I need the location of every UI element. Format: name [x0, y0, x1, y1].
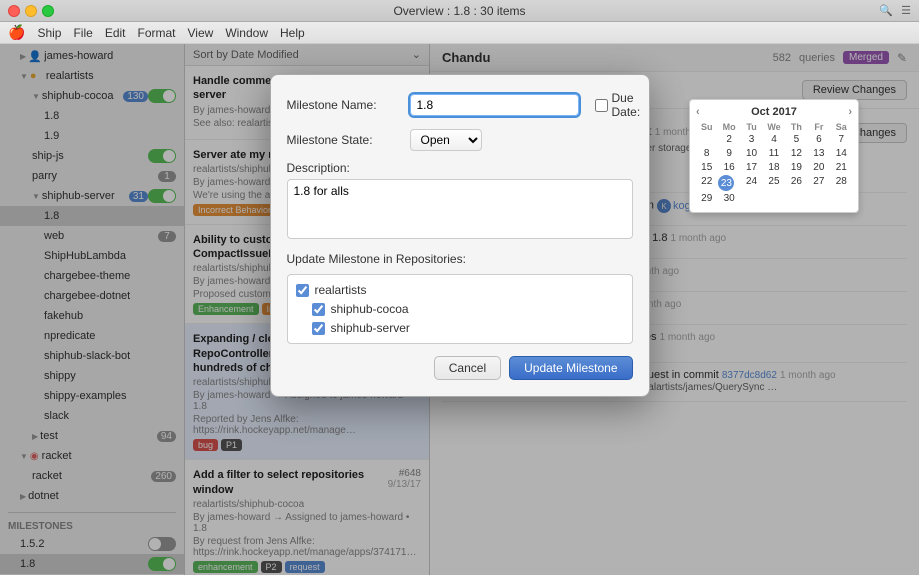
checkbox-shiphub-cocoa: shiphub-cocoa: [296, 302, 624, 316]
cal-day-13[interactable]: 13: [808, 147, 829, 160]
app-body: ▶ 👤 james-howard ▼ ● realartists ▼ shiph…: [0, 44, 919, 575]
file-menu[interactable]: File: [73, 26, 92, 40]
apple-menu[interactable]: 🍎: [8, 24, 25, 41]
cal-day-29[interactable]: 29: [696, 192, 717, 205]
close-button[interactable]: [8, 5, 20, 17]
cal-day-empty: [696, 133, 717, 146]
cal-day-15[interactable]: 15: [696, 161, 717, 174]
due-date-section: Due Date:: [595, 91, 641, 119]
due-date-checkbox[interactable]: [595, 99, 608, 112]
maximize-button[interactable]: [42, 5, 54, 17]
cal-day-8[interactable]: 8: [696, 147, 717, 160]
shiphub-server-label: shiphub-server: [331, 321, 410, 335]
update-section-title: Update Milestone in Repositories:: [287, 252, 633, 266]
due-date-checkbox-label: Due Date:: [595, 91, 641, 119]
menubar: 🍎 Ship File Edit Format View Window Help: [0, 22, 919, 44]
cal-day-26[interactable]: 26: [786, 175, 807, 191]
cal-day-3[interactable]: 3: [741, 133, 762, 146]
cal-day-25[interactable]: 25: [763, 175, 784, 191]
cal-day-10[interactable]: 10: [741, 147, 762, 160]
milestone-state-select[interactable]: Open Closed: [410, 129, 482, 151]
traffic-lights: [8, 5, 54, 17]
modal-overlay[interactable]: Milestone Name: Due Date: Milestone Stat…: [0, 44, 919, 575]
cal-hdr-mo: Mo: [718, 122, 739, 132]
modal-description-section: Description: 1.8 for alls: [287, 161, 633, 242]
search-icon[interactable]: 🔍: [879, 4, 893, 17]
cal-day-27[interactable]: 27: [808, 175, 829, 191]
help-menu[interactable]: Help: [280, 26, 305, 40]
shiphub-server-checkbox[interactable]: [312, 322, 325, 335]
realartists-label: realartists: [315, 283, 367, 297]
cal-day-17[interactable]: 17: [741, 161, 762, 174]
modal-state-row: Milestone State: Open Closed: [287, 129, 633, 151]
cal-day-20[interactable]: 20: [808, 161, 829, 174]
milestone-state-label: Milestone State:: [287, 133, 402, 147]
cal-day-5[interactable]: 5: [786, 133, 807, 146]
cal-day-2[interactable]: 2: [718, 133, 739, 146]
cancel-button[interactable]: Cancel: [434, 356, 501, 380]
cal-day-16[interactable]: 16: [718, 161, 739, 174]
cal-next-btn[interactable]: ›: [848, 106, 852, 118]
cal-hdr-tu: Tu: [741, 122, 762, 132]
cal-hdr-sa: Sa: [831, 122, 852, 132]
cal-prev-btn[interactable]: ‹: [696, 106, 700, 118]
cal-month-label: Oct 2017: [751, 106, 797, 118]
cal-day-9[interactable]: 9: [718, 147, 739, 160]
titlebar-right-icons: 🔍 ☰: [879, 4, 911, 17]
cal-day-empty-4: [786, 192, 807, 205]
modal-repos-section: Update Milestone in Repositories: realar…: [287, 252, 633, 344]
cal-day-21[interactable]: 21: [831, 161, 852, 174]
cal-day-empty-5: [808, 192, 829, 205]
cal-day-23-today[interactable]: 23: [718, 175, 734, 191]
edit-milestone-modal: Milestone Name: Due Date: Milestone Stat…: [270, 74, 650, 397]
cal-day-30[interactable]: 30: [718, 192, 739, 205]
checkbox-realartists: realartists: [296, 283, 624, 297]
cal-day-18[interactable]: 18: [763, 161, 784, 174]
cal-day-7[interactable]: 7: [831, 133, 852, 146]
cal-day-11[interactable]: 11: [763, 147, 784, 160]
realartists-checkbox[interactable]: [296, 284, 309, 297]
modal-name-row: Milestone Name: Due Date:: [287, 91, 633, 119]
due-date-label: Due Date:: [612, 91, 641, 119]
modal-actions: Cancel Update Milestone: [287, 356, 633, 380]
window-menu[interactable]: Window: [225, 26, 268, 40]
cal-hdr-fr: Fr: [808, 122, 829, 132]
milestone-name-input[interactable]: [410, 94, 579, 116]
minimize-button[interactable]: [25, 5, 37, 17]
cal-day-empty-6: [831, 192, 852, 205]
shiphub-cocoa-label: shiphub-cocoa: [331, 302, 409, 316]
menu-icon[interactable]: ☰: [901, 4, 911, 17]
update-milestone-button[interactable]: Update Milestone: [509, 356, 632, 380]
milestone-name-label: Milestone Name:: [287, 98, 402, 112]
cal-day-empty-3: [763, 192, 784, 205]
cal-day-empty-2: [741, 192, 762, 205]
repo-checkbox-group: realartists shiphub-cocoa shiphub-server: [287, 274, 633, 344]
cal-hdr-th: Th: [786, 122, 807, 132]
cal-day-14[interactable]: 14: [831, 147, 852, 160]
description-label: Description:: [287, 161, 633, 175]
cal-day-12[interactable]: 12: [786, 147, 807, 160]
cal-day-28[interactable]: 28: [831, 175, 852, 191]
cal-day-6[interactable]: 6: [808, 133, 829, 146]
cal-day-19[interactable]: 19: [786, 161, 807, 174]
view-menu[interactable]: View: [188, 26, 214, 40]
ship-menu[interactable]: Ship: [37, 26, 61, 40]
cal-hdr-su: Su: [696, 122, 717, 132]
calendar-popup: ‹ Oct 2017 › Su Mo Tu We Th Fr Sa 2 3 4 …: [689, 99, 859, 213]
cal-days-grid: Su Mo Tu We Th Fr Sa 2 3 4 5 6 7 8 9 10 …: [696, 122, 852, 206]
shiphub-cocoa-checkbox[interactable]: [312, 303, 325, 316]
format-menu[interactable]: Format: [138, 26, 176, 40]
window-title: Overview : 1.8 : 30 items: [393, 4, 525, 18]
checkbox-shiphub-server: shiphub-server: [296, 321, 624, 335]
cal-header: ‹ Oct 2017 ›: [696, 106, 852, 118]
cal-hdr-we: We: [763, 122, 784, 132]
cal-day-4[interactable]: 4: [763, 133, 784, 146]
titlebar: Overview : 1.8 : 30 items 🔍 ☰: [0, 0, 919, 22]
description-textarea[interactable]: 1.8 for alls: [287, 179, 633, 239]
cal-day-22[interactable]: 22: [696, 175, 717, 191]
edit-menu[interactable]: Edit: [105, 26, 126, 40]
cal-day-24[interactable]: 24: [741, 175, 762, 191]
